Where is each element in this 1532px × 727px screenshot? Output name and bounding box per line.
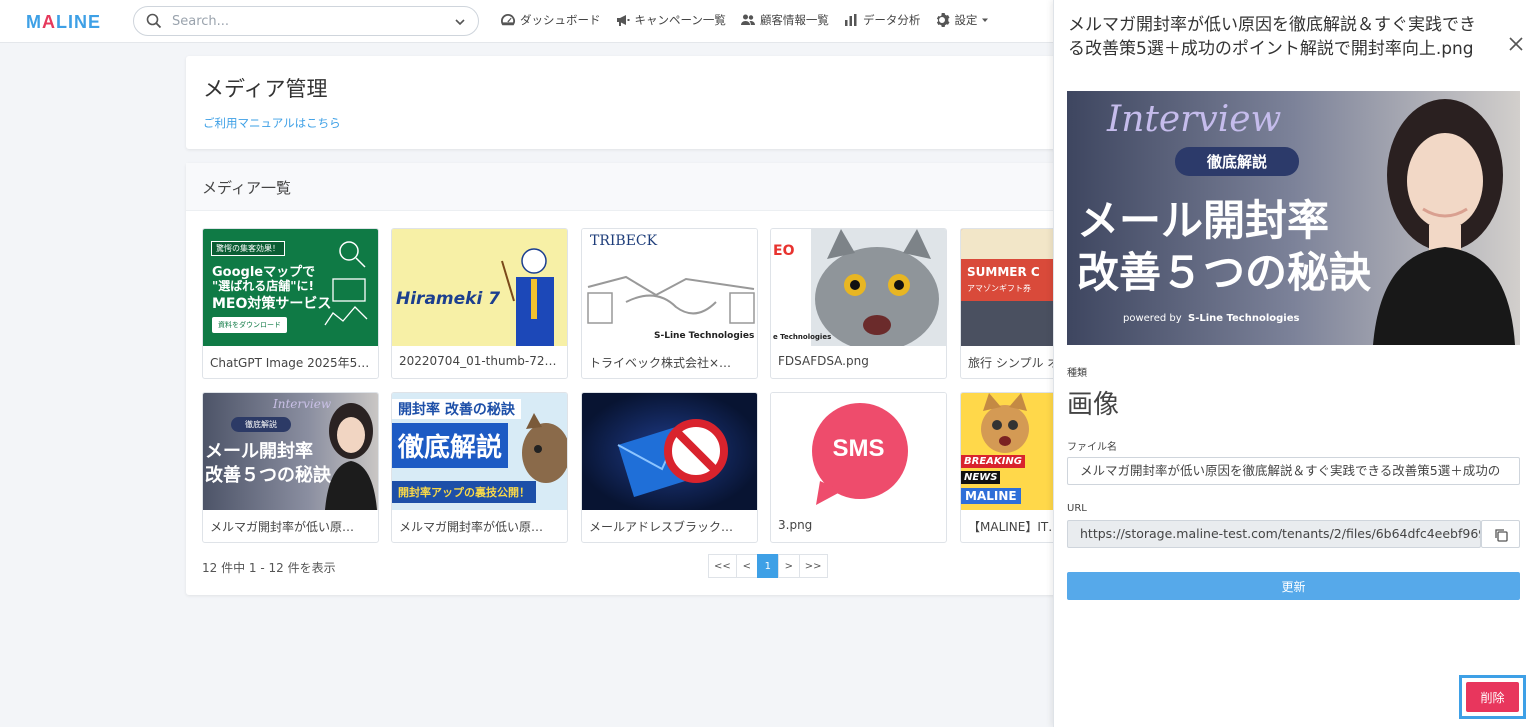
nav-analytics-label: データ分析: [862, 13, 921, 27]
maline-logo[interactable]: MALINE: [26, 12, 101, 33]
filename-field[interactable]: メルマガ開封率が低い原因を徹底解説＆すぐ実践できる改善策5選＋成功の: [1067, 457, 1520, 485]
nav-settings-label: 設定: [954, 13, 978, 27]
gear-icon: [937, 13, 950, 27]
media-tile[interactable]: TRIBECK S-Line Technologies トライベック株式会社×…: [581, 228, 758, 379]
cat-photo: [522, 413, 567, 483]
woman-photo: [1373, 99, 1515, 345]
businessman-illustration: [501, 248, 554, 346]
magnifier-map-icon: [324, 241, 368, 326]
chevron-down-icon[interactable]: [454, 16, 466, 28]
media-thumbnail: SMS: [771, 393, 946, 510]
cat-photo: [815, 229, 939, 346]
cat-photo: [981, 393, 1029, 453]
nav-campaigns-label: キャンペーン一覧: [634, 13, 726, 27]
page-last[interactable]: >>: [798, 554, 828, 578]
media-caption: メールアドレスブラック…: [589, 520, 734, 534]
url-label: URL: [1067, 503, 1087, 514]
woman-photo: [325, 403, 377, 510]
media-caption: 3.png: [778, 518, 813, 532]
media-caption: トライベック株式会社×…: [589, 356, 732, 370]
media-thumbnail: TRIBECK S-Line Technologies: [582, 229, 757, 346]
handshake-illustration: [587, 275, 755, 324]
nav-settings[interactable]: 設定: [934, 12, 989, 28]
media-tile[interactable]: 驚愕の集客効果！ Googleマップで "選ばれる店舗"に! MEO対策サービス…: [202, 228, 379, 379]
nav-customers-label: 顧客情報一覧: [759, 13, 829, 27]
media-tile[interactable]: Interview 徹底解説 メール開封率 改善５つの秘訣 メルマガ開封率が低い…: [202, 392, 379, 543]
media-caption: ChatGPT Image 2025年5月…: [210, 356, 373, 370]
nav-customers[interactable]: 顧客情報一覧: [740, 12, 829, 28]
media-list-header: メディア一覧: [186, 163, 1066, 211]
media-caption: メルマガ開封率が低い原…: [210, 520, 355, 534]
media-tile[interactable]: BREAKING NEWS MALINE 【MALINE】IT…: [960, 392, 1066, 543]
media-caption: 旅行 シンプル オ…: [968, 356, 1064, 370]
close-icon[interactable]: [1506, 34, 1526, 54]
url-field[interactable]: https://storage.maline-test.com/tenants/…: [1067, 520, 1481, 548]
page-prev[interactable]: <: [735, 554, 758, 578]
media-thumbnail: [582, 393, 757, 510]
nav-campaigns[interactable]: キャンペーン一覧: [615, 12, 726, 28]
bar-chart-icon: [844, 14, 857, 26]
media-tile[interactable]: SMS 3.png: [770, 392, 947, 543]
media-caption: 【MALINE】IT…: [968, 520, 1061, 534]
panel-title: メルマガ開封率が低い原因を徹底解説＆すぐ実践できる改善策5選＋成功のポイント解説…: [1068, 15, 1476, 59]
megaphone-icon: [616, 15, 629, 26]
pagination: << < 1 > >>: [708, 554, 828, 578]
media-thumbnail: 驚愕の集客効果！ Googleマップで "選ばれる店舗"に! MEO対策サービス…: [203, 229, 378, 346]
filename-label: ファイル名: [1067, 442, 1117, 453]
media-tile[interactable]: EO e Technologies FDSAFDSA.png: [770, 228, 947, 379]
main-nav: ダッシュボード キャンペーン一覧 顧客情報一覧 データ分析 設定: [500, 12, 989, 28]
caret-down-icon: [982, 18, 989, 22]
page-title: メディア管理: [203, 77, 328, 101]
media-caption: FDSAFDSA.png: [778, 354, 869, 368]
media-caption: 20220704_01-thumb-720…: [399, 354, 562, 368]
nav-dashboard-label: ダッシュボード: [520, 13, 601, 27]
copy-url-button[interactable]: [1481, 520, 1520, 548]
media-tile[interactable]: 開封率 改善の秘訣 徹底解説 開封率アップの裏技公開！ メルマガ開封率が低い原…: [391, 392, 568, 543]
search-input[interactable]: [172, 11, 442, 31]
media-thumbnail: Hirameki 7: [392, 229, 567, 346]
media-thumbnail: 開封率 改善の秘訣 徹底解説 開封率アップの裏技公開！: [392, 393, 567, 510]
media-thumbnail: BREAKING NEWS MALINE: [961, 393, 1066, 510]
copy-icon: [1495, 529, 1508, 542]
users-icon: [740, 14, 755, 25]
blocked-mail-icon: [617, 419, 728, 497]
page-next[interactable]: >: [777, 554, 800, 578]
delete-button[interactable]: 削除: [1466, 682, 1519, 712]
kind-label: 種類: [1067, 368, 1087, 379]
media-detail-panel: メルマガ開封率が低い原因を徹底解説＆すぐ実践できる改善策5選＋成功のポイント解説…: [1053, 0, 1532, 727]
media-thumbnail: Interview 徹底解説 メール開封率 改善５つの秘訣: [203, 393, 378, 510]
gauge-icon: [501, 14, 515, 26]
media-tile[interactable]: Hirameki 7 20220704_01-thumb-720…: [391, 228, 568, 379]
media-thumbnail: EO e Technologies: [771, 229, 946, 346]
nav-analytics[interactable]: データ分析: [843, 12, 921, 28]
media-thumbnail: SUMMER C アマゾンギフト券: [961, 229, 1066, 346]
update-button[interactable]: 更新: [1067, 572, 1520, 600]
media-management-card: メディア管理 ご利用マニュアルはこちら: [186, 56, 1066, 149]
result-count: 12 件中 1 - 12 件を表示: [202, 561, 336, 575]
kind-value: 画像: [1067, 390, 1120, 420]
nav-dashboard[interactable]: ダッシュボード: [500, 12, 601, 28]
media-preview: Interview 徹底解説 メール開封率 改善５つの秘訣 powered by…: [1067, 91, 1520, 345]
media-caption: メルマガ開封率が低い原…: [399, 520, 544, 534]
page-first[interactable]: <<: [708, 554, 737, 578]
search-icon: [146, 13, 162, 29]
media-list-card: メディア一覧 驚愕の集客効果！ Googleマップで "選ばれる店舗"に! ME…: [186, 163, 1066, 595]
search-box[interactable]: [133, 6, 479, 36]
delete-button-highlight: 削除: [1459, 675, 1526, 719]
media-tile[interactable]: SUMMER C アマゾンギフト券 旅行 シンプル オ…: [960, 228, 1066, 379]
page-1[interactable]: 1: [756, 554, 779, 578]
manual-link[interactable]: ご利用マニュアルはこちら: [203, 115, 341, 131]
media-tile[interactable]: メールアドレスブラック…: [581, 392, 758, 543]
